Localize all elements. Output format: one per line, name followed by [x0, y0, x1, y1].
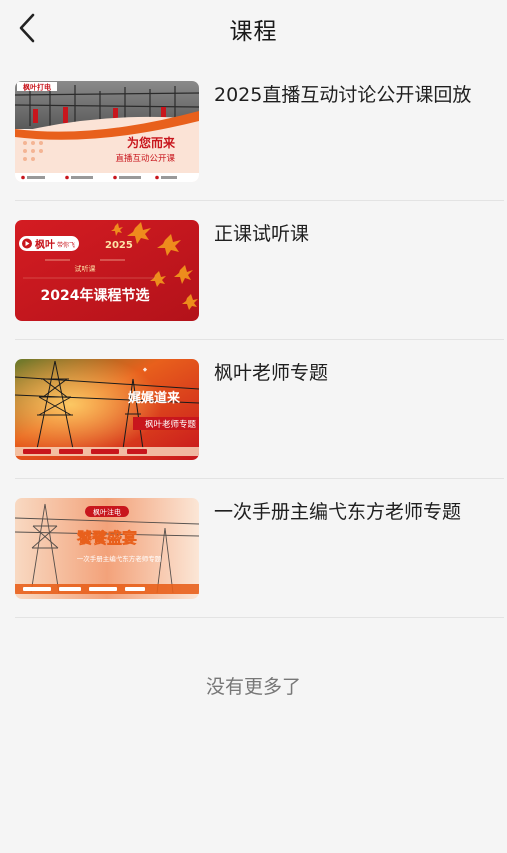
thumb-brand: 枫叶打电	[23, 83, 51, 92]
course-thumbnail: ◆ 娓娓道来 枫叶老师专题	[15, 359, 199, 460]
thumb-tag: 试听课	[75, 264, 96, 273]
thumb-brand-suffix: 带你飞	[57, 241, 75, 249]
no-more-text: 没有更多了	[205, 676, 301, 698]
thumb-subtitle: 直播互动公开课	[115, 153, 175, 164]
thumb-slogan: 饕餮盛宴	[76, 529, 137, 547]
page-title: 课程	[229, 19, 278, 45]
course-thumbnail: 枫叶打电 为您而来 直播互动公开课	[15, 81, 199, 182]
course-item[interactable]: 枫叶注电 饕餮盛宴 一次手册主编弋东方老师专题 一次手册主编弋东方老师专题	[15, 479, 504, 618]
course-item[interactable]: ◆ 娓娓道来 枫叶老师专题 枫叶老师专题	[15, 340, 504, 479]
thumb-year: 2025	[105, 240, 133, 251]
course-title[interactable]: 枫叶老师专题	[214, 360, 504, 386]
course-item[interactable]: 枫叶 带你飞 2025 试听课 2024年课程节选 正课试听课	[15, 201, 504, 340]
thumb-brand: 枫叶	[35, 238, 55, 251]
course-title[interactable]: 一次手册主编弋东方老师专题	[214, 499, 504, 525]
thumb-subtitle: 一次手册主编弋东方老师专题	[77, 554, 162, 563]
thumb-subtitle: 枫叶老师专题	[145, 419, 197, 430]
thumb-brand: 枫叶注电	[93, 508, 121, 517]
course-item[interactable]: 枫叶打电 为您而来 直播互动公开课 2025直播互动讨论公开课回放	[15, 62, 504, 201]
course-title[interactable]: 2025直播互动讨论公开课回放	[214, 82, 504, 108]
course-thumbnail: 枫叶注电 饕餮盛宴 一次手册主编弋东方老师专题	[15, 498, 199, 599]
app-header: 课程	[0, 0, 507, 56]
course-title[interactable]: 正课试听课	[214, 221, 504, 247]
thumb-slogan: 娓娓道来	[127, 390, 181, 406]
course-list: 枫叶打电 为您而来 直播互动公开课 2025直播互动讨论公开课回放 枫叶 带你飞…	[15, 62, 504, 618]
thumb-slogan: 为您而来	[127, 135, 176, 150]
thumb-headline: 2024年课程节选	[41, 287, 150, 304]
course-thumbnail: 枫叶 带你飞 2025 试听课 2024年课程节选	[15, 220, 199, 321]
